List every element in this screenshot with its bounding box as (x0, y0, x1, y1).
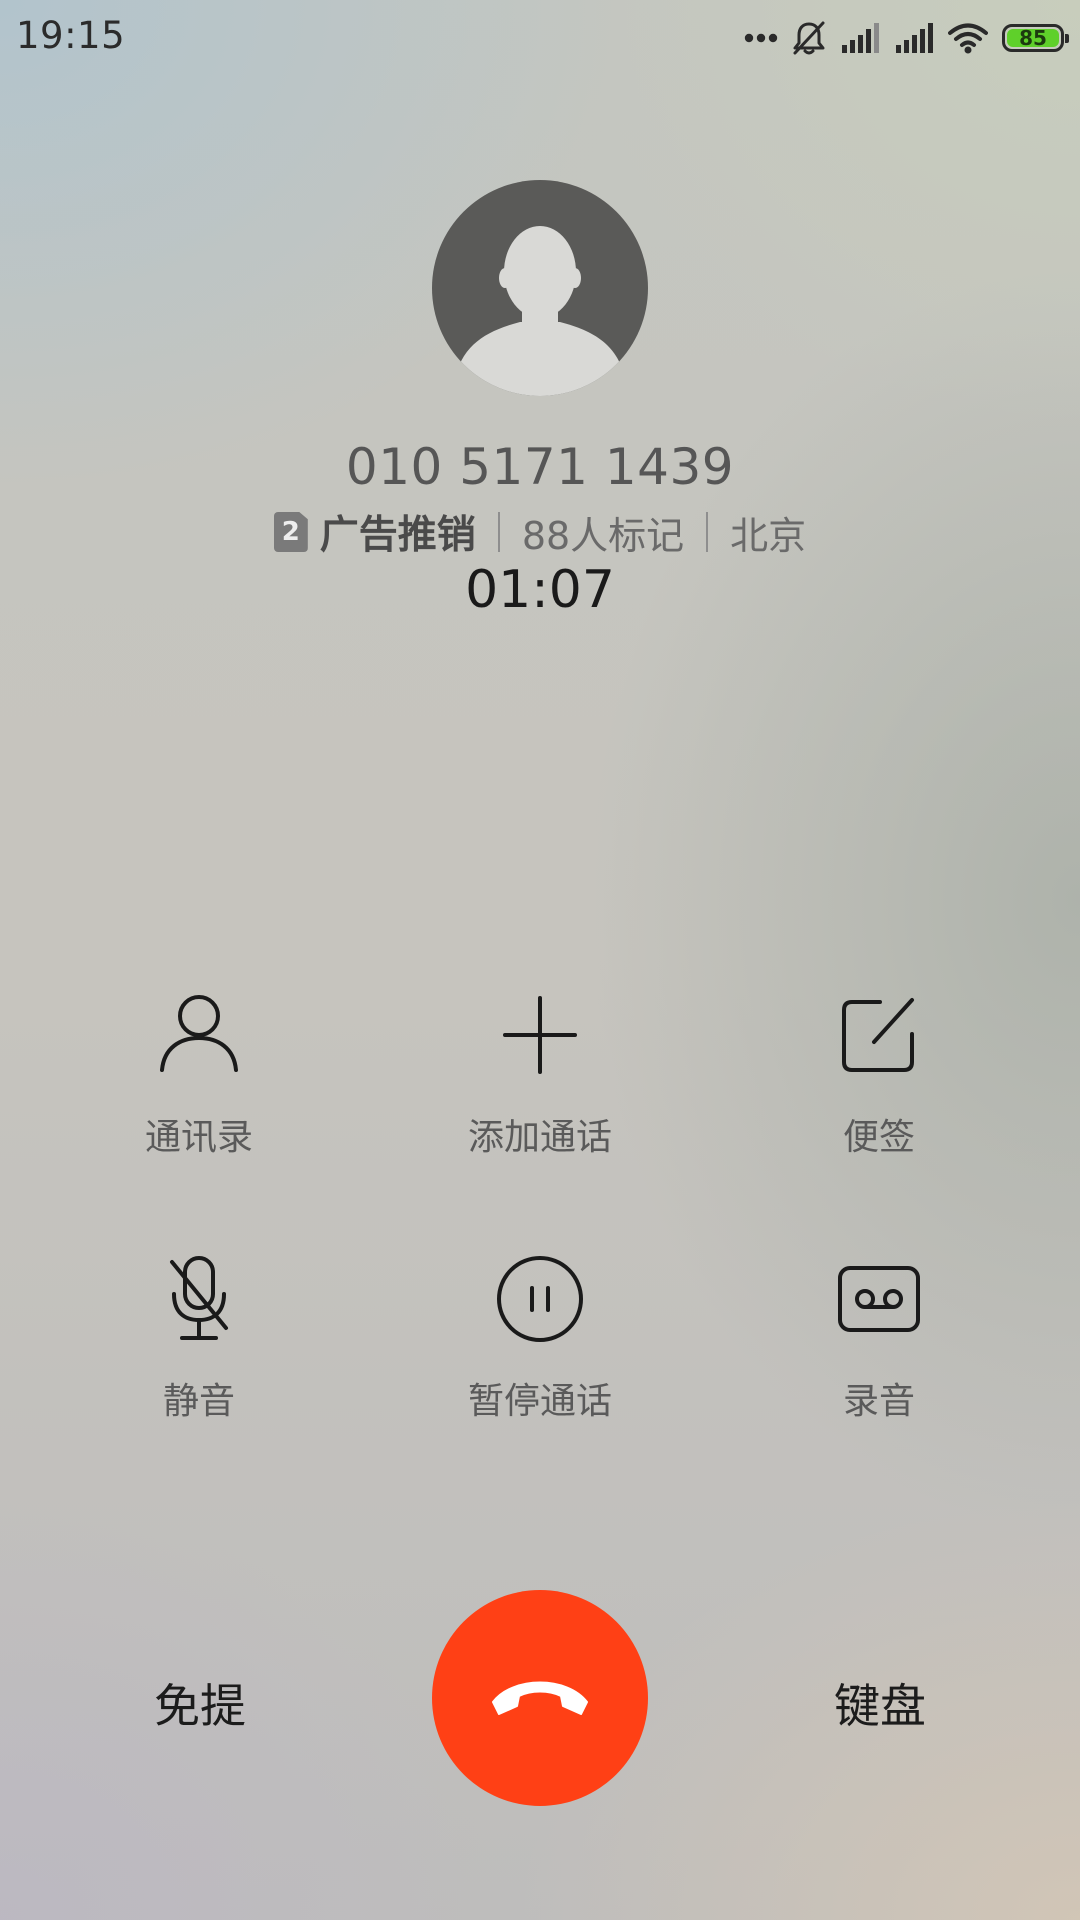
record-button[interactable]: 录音 (729, 1254, 1029, 1424)
battery-icon: 85 (1002, 24, 1069, 52)
speaker-button[interactable]: 免提 (80, 1670, 320, 1736)
contact-icon (160, 995, 238, 1072)
hold-call-button[interactable]: 暂停通话 (390, 1254, 690, 1424)
add-call-label: 添加通话 (467, 1117, 612, 1158)
status-bar: 19:15 85 (0, 0, 1080, 76)
more-dots-icon (744, 33, 778, 43)
signal-sim1-icon (842, 23, 879, 53)
battery-fill: 85 (1007, 26, 1059, 50)
mute-button[interactable]: 静音 (49, 1254, 349, 1424)
note-icon (842, 998, 914, 1072)
contacts-label: 通讯录 (144, 1117, 253, 1158)
status-time: 19:15 (16, 14, 126, 57)
record-icon (838, 1266, 920, 1332)
end-call-button[interactable] (432, 1590, 648, 1806)
hang-up-icon (492, 1681, 588, 1715)
notes-label: 便签 (842, 1117, 915, 1158)
wifi-icon (948, 23, 988, 54)
phone-number: 010 5171 1439 (345, 438, 735, 496)
status-icons: 85 (730, 18, 1069, 58)
add-call-button[interactable]: 添加通话 (390, 990, 690, 1160)
call-duration: 01:07 (465, 560, 615, 620)
caller-meta: 2 广告推销 88人标记 北京 (0, 504, 1080, 560)
mute-label: 静音 (162, 1381, 235, 1422)
caller-avatar (432, 180, 648, 396)
caller-location: 北京 (730, 513, 807, 558)
notes-button[interactable]: 便签 (729, 990, 1029, 1160)
caller-tag: 广告推销 (319, 513, 476, 558)
plus-icon (503, 996, 577, 1074)
silent-bell-icon (793, 21, 825, 55)
record-label: 录音 (842, 1381, 915, 1422)
meta-divider (706, 512, 709, 552)
contacts-button[interactable]: 通讯录 (49, 990, 349, 1160)
person-silhouette-icon (452, 226, 628, 396)
mic-off-icon (170, 1256, 228, 1340)
meta-divider (497, 512, 500, 552)
sim-slot-badge: 2 (273, 512, 308, 552)
keypad-button[interactable]: 键盘 (760, 1670, 1000, 1736)
hold-call-label: 暂停通话 (467, 1381, 612, 1422)
mark-count: 88人标记 (521, 513, 685, 558)
battery-level: 85 (1019, 26, 1047, 50)
signal-sim2-icon (896, 23, 933, 53)
pause-icon (497, 1256, 583, 1342)
